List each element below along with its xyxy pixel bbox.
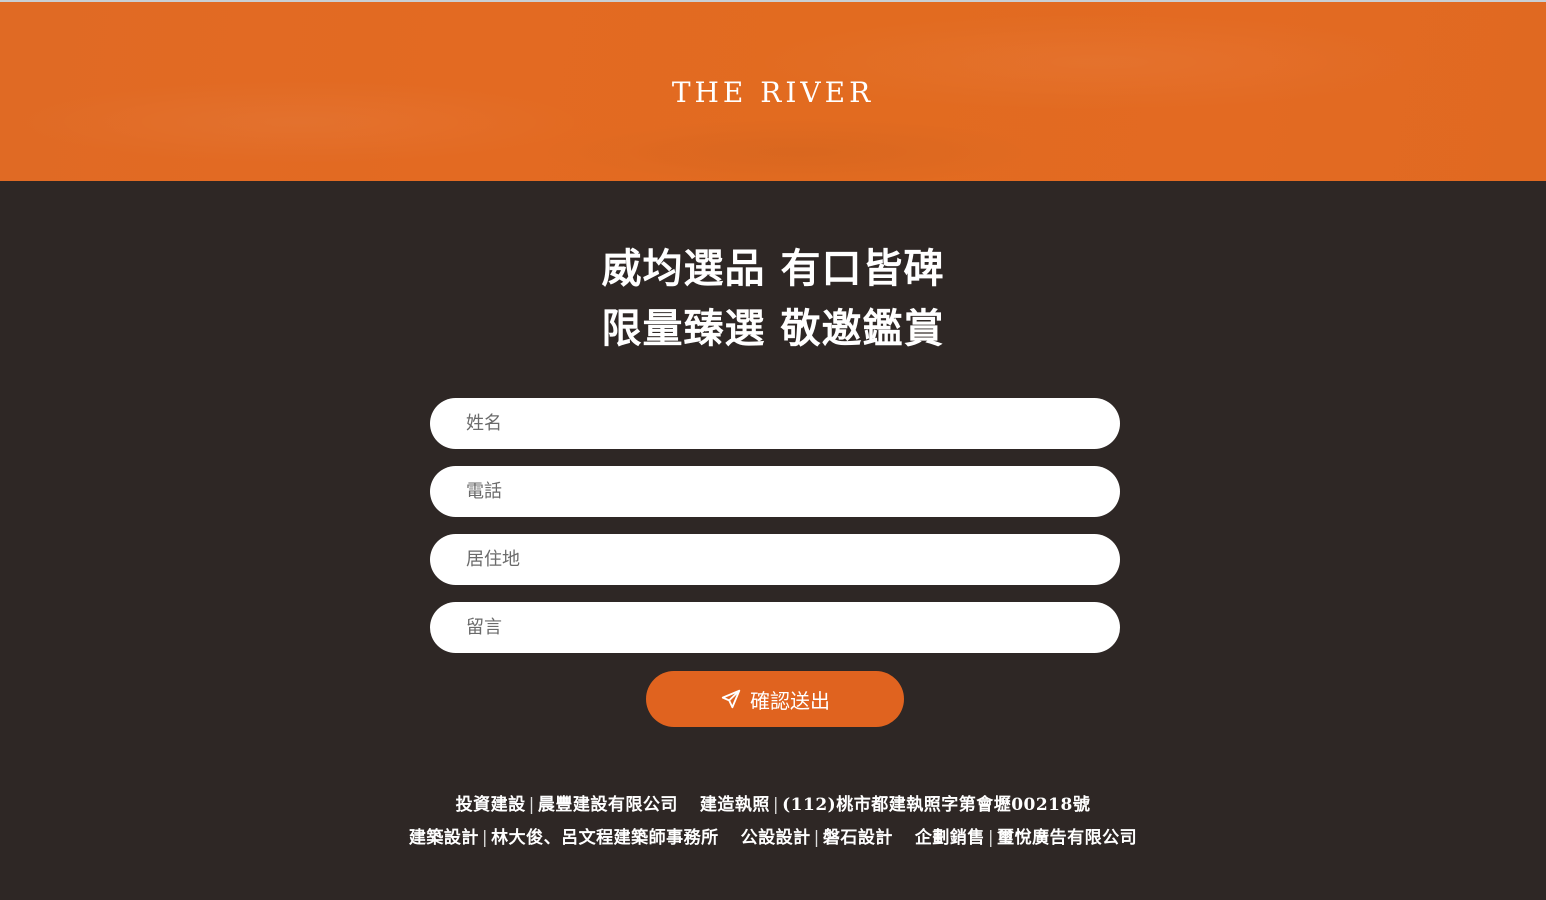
name-input[interactable] (430, 398, 1120, 449)
phone-input[interactable] (430, 466, 1120, 517)
name-field-wrapper (430, 398, 1120, 449)
main-section: 威均選品 有口皆碑 限量臻選 敬邀鑑賞 確認送出 投資建設|晨豐建設有限公司建造… (0, 181, 1546, 900)
divider: | (813, 828, 820, 848)
residence-field-wrapper (430, 534, 1120, 585)
divider: | (481, 828, 489, 848)
architect-label: 建築設計 (408, 828, 479, 848)
divider: | (772, 795, 780, 815)
permit-label: 建造執照 (699, 795, 770, 815)
submit-button[interactable]: 確認送出 (646, 671, 904, 727)
investor-value: 晨豐建設有限公司 (537, 795, 678, 815)
message-field-wrapper (430, 602, 1120, 653)
public-design-label: 公設設計 (740, 828, 811, 848)
footer-line-2: 建築設計 | 林大俊、呂文程建築師事務所 公設設計 | 磐石設計 企劃銷售 | 璽悅廣告有限公司 (0, 822, 1546, 855)
headline-line-2: 限量臻選 敬邀鑑賞 (601, 305, 945, 352)
contact-form (430, 398, 1120, 670)
architect-value: 林大俊、呂文程建築師事務所 (491, 828, 719, 848)
header-banner: THE RIVER (0, 0, 1546, 181)
message-input[interactable] (430, 602, 1120, 653)
phone-field-wrapper (430, 466, 1120, 517)
investor-label: 投資建設 (455, 795, 526, 815)
permit-value: (112)桃市都建執照字第會壢00218號 (782, 795, 1091, 815)
submit-label: 確認送出 (750, 688, 830, 713)
footer-credits: 投資建設 | 晨豐建設有限公司 建造執照 | (112)桃市都建執照字第會壢00218號 … (0, 789, 1546, 855)
sales-value: 璽悅廣告有限公司 (997, 828, 1138, 848)
residence-input[interactable] (430, 534, 1120, 585)
paper-plane-icon (721, 689, 741, 709)
public-design-value: 磐石設計 (822, 828, 893, 848)
divider: | (987, 828, 995, 848)
footer-line-1: 投資建設 | 晨豐建設有限公司 建造執照 | (112)桃市都建執照字第會壢00218號 (0, 789, 1546, 822)
divider: | (528, 795, 535, 815)
sales-label: 企劃銷售 (914, 828, 985, 848)
headline: 威均選品 有口皆碑 限量臻選 敬邀鑑賞 (0, 239, 1546, 359)
brand-logo-text: THE RIVER (671, 76, 875, 109)
headline-line-1: 威均選品 有口皆碑 (601, 245, 945, 292)
